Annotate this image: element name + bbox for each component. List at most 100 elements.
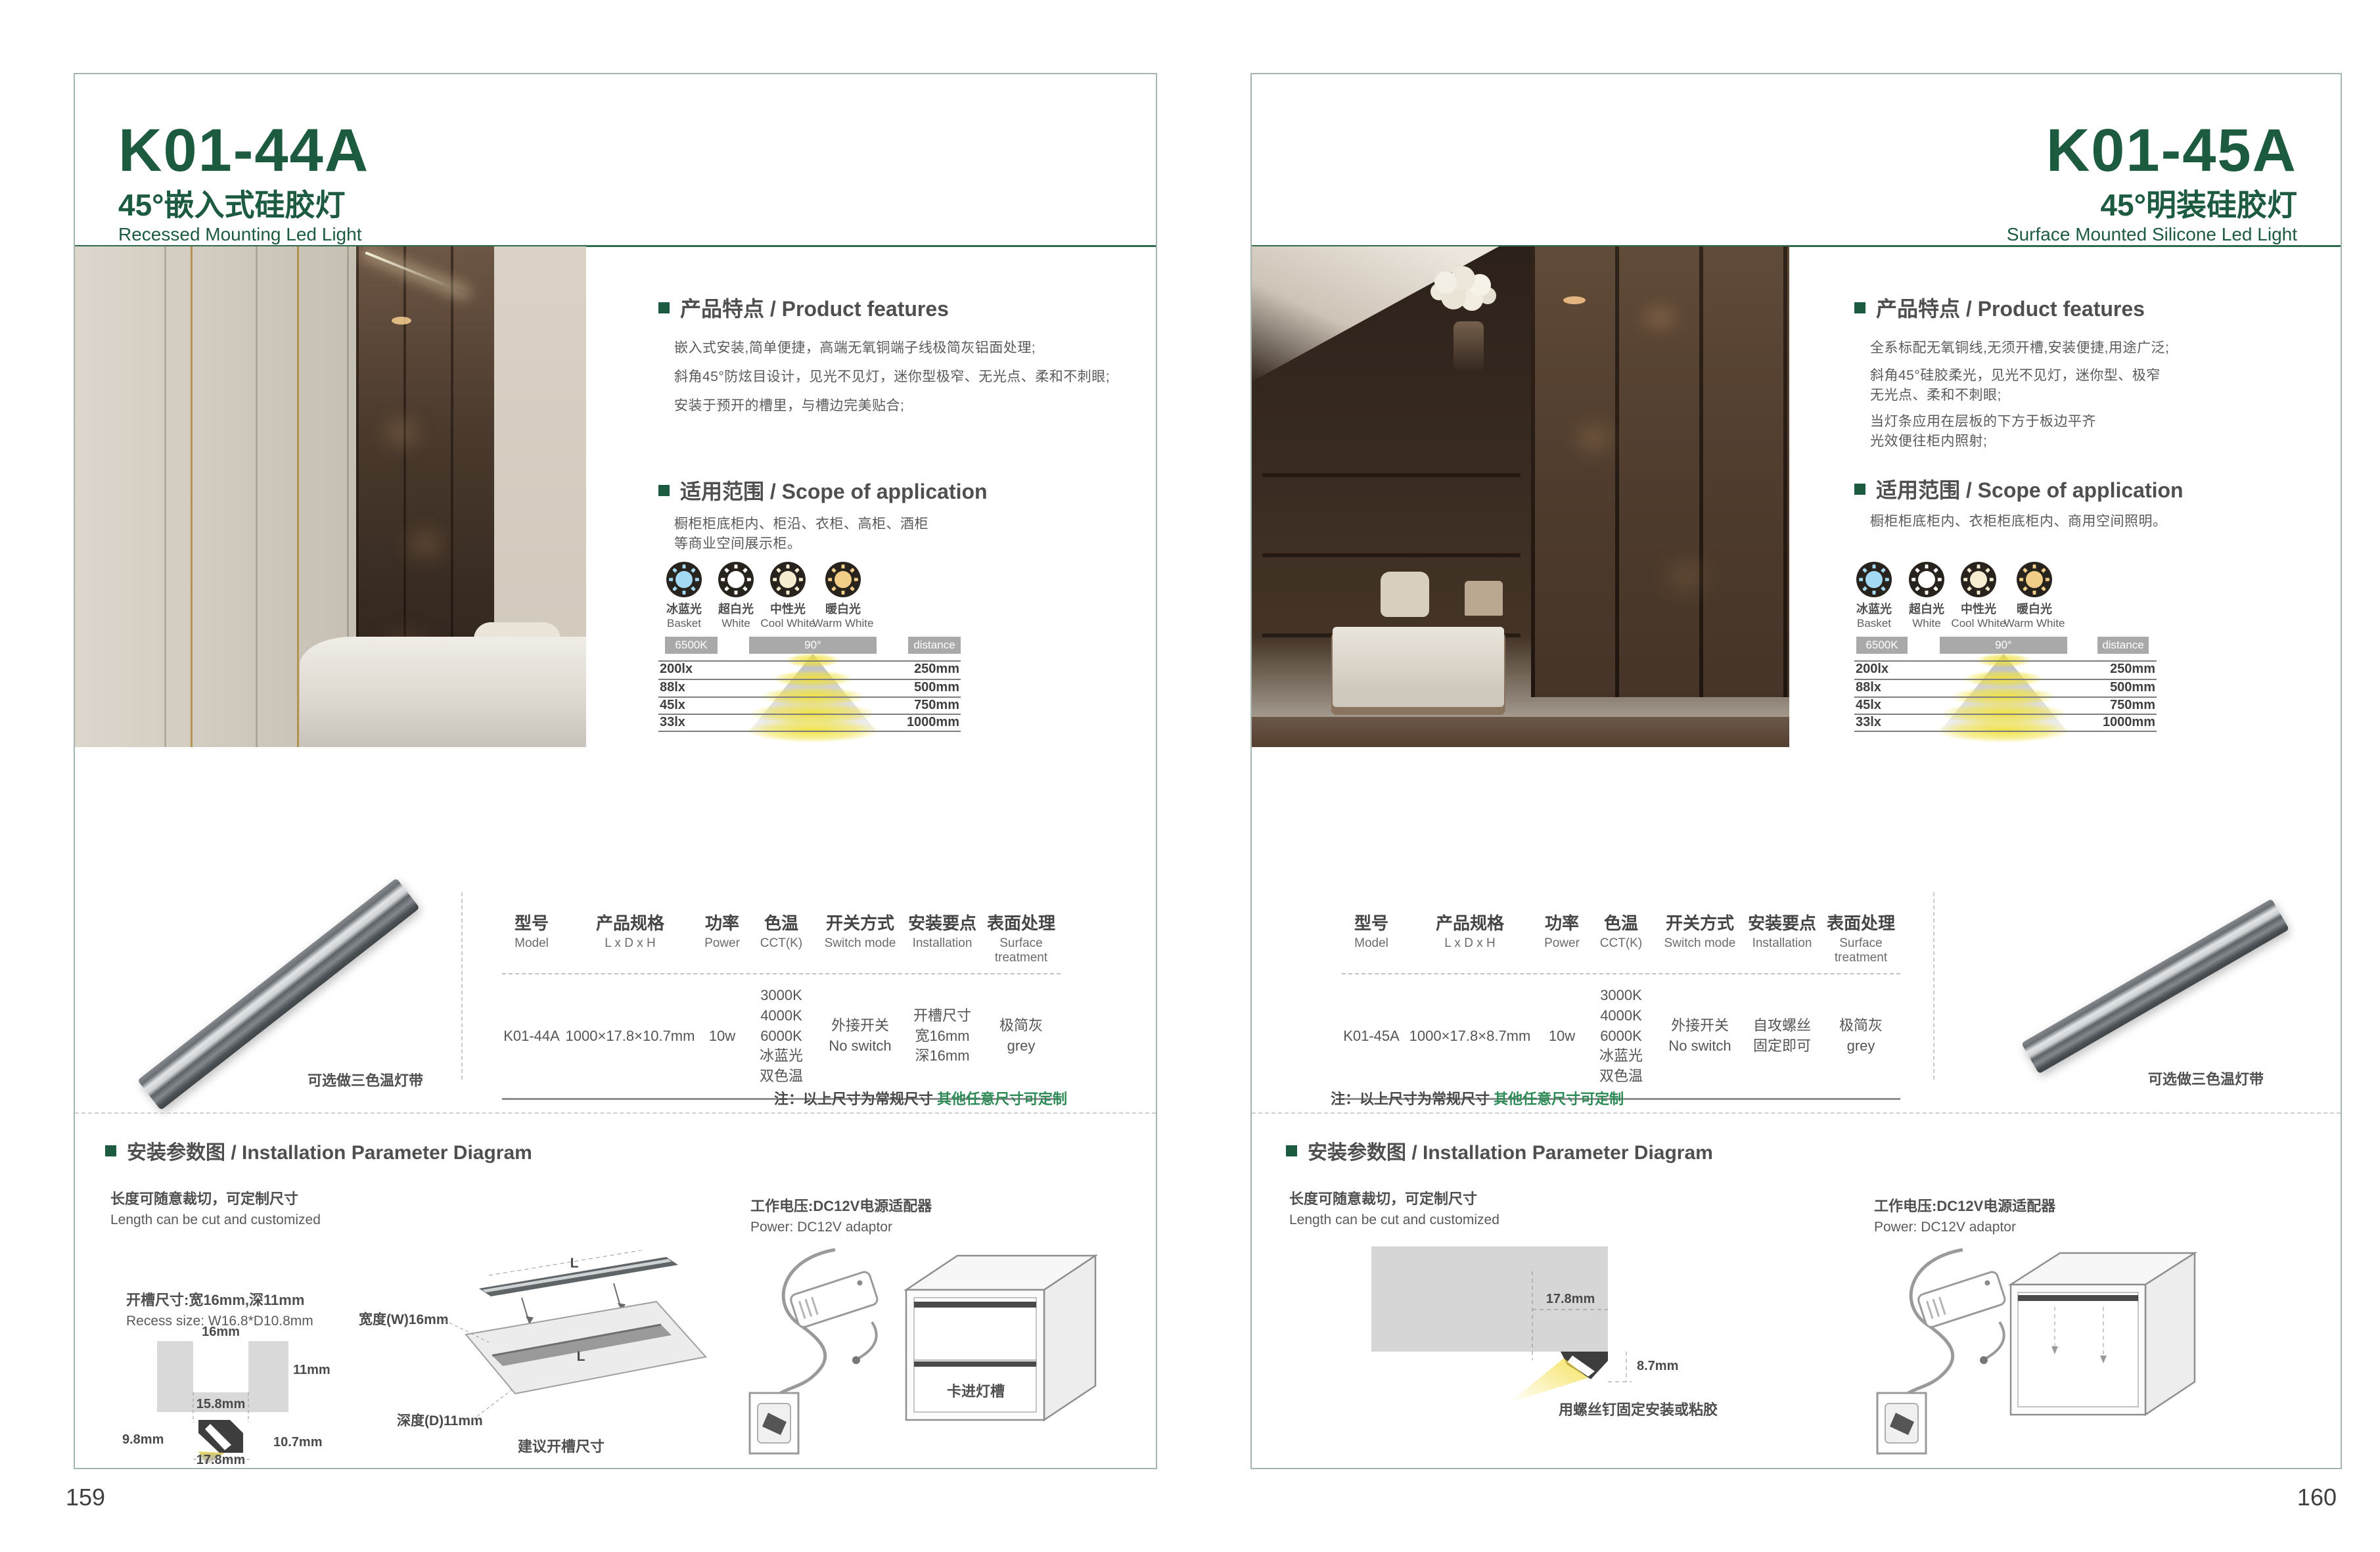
subtitle-en: Recessed Mounting Led Light (118, 225, 361, 244)
light-color-warm-white: 暖白光 Warm White (1995, 562, 2074, 630)
svg-text:17.8mm: 17.8mm (1546, 1292, 1595, 1306)
square-bullet-icon (658, 485, 670, 496)
sun-icon (770, 562, 806, 597)
table-header-row: 型号Model 产品规格L x D x H 功率Power 色温CCT(K) 开… (502, 910, 1061, 974)
subtitle-cn: 45°嵌入式硅胶灯 (118, 190, 346, 220)
feature-line: 光效便往柜内照射; (1870, 430, 1987, 450)
page-title: K01-45A (2046, 120, 2297, 181)
scope-heading: 适用范围 / Scope of application (1854, 474, 2184, 504)
dc12v-adaptor-diagram (735, 1241, 886, 1457)
square-bullet-icon (658, 302, 670, 313)
vase (1453, 321, 1484, 373)
dc12v-adaptor-diagram (1863, 1241, 2014, 1457)
subtitle-cn: 45°明装硅胶灯 (2100, 190, 2297, 220)
gold-trim (191, 246, 193, 747)
size-note: 注：以上尺寸为常规尺寸 其他任意尺寸可定制 (1331, 1087, 1624, 1108)
svg-text:17.8mm: 17.8mm (196, 1453, 246, 1465)
cross-section-diagram: 16mm 11mm 15.8mm 9.8mm 10.7mm 17.8mm (121, 1324, 338, 1465)
aluminum-profile-photo (2037, 894, 2274, 1078)
distance-badge: distance (2097, 637, 2149, 654)
feature-line: 嵌入式安装,简单便捷，高端无氧铜端子线极简灰铝面处理; (674, 337, 1036, 357)
square-bullet-icon (105, 1145, 116, 1156)
features-heading: 产品特点 / Product features (1854, 292, 2145, 323)
feature-line: 斜角45°防炫目设计，见光不见灯，迷你型极窄、无光点、柔和不刺眼; (674, 366, 1110, 386)
cut-note-cn: 长度可随意裁切，可定制尺寸 (1289, 1187, 1477, 1208)
square-bullet-icon (1854, 484, 1865, 495)
subtitle-en: Surface Mounted Silicone Led Light (2007, 225, 2297, 244)
kelvin-badge: 6500K (665, 637, 718, 654)
feature-line: 全系标配无氧铜线,无须开槽,安装便捷,用途广泛; (1870, 337, 2169, 357)
power-cn: 工作电压:DC12V电源适配器 (1874, 1195, 2055, 1216)
scope-heading: 适用范围 / Scope of application (658, 475, 988, 505)
power-en: Power: DC12V adaptor (1874, 1220, 2016, 1235)
kelvin-badge: 6500K (1856, 637, 1908, 654)
bed (300, 637, 586, 747)
warm-light-glow (392, 317, 411, 325)
gold-trim (297, 246, 299, 747)
cut-note-en: Length can be cut and customized (1289, 1212, 1499, 1228)
page-number-left: 159 (66, 1484, 105, 1511)
svg-text:建议开槽尺寸: 建议开槽尺寸 (518, 1438, 605, 1455)
svg-text:15.8mm: 15.8mm (196, 1397, 246, 1411)
handbags (1381, 572, 1429, 617)
sun-icon (1961, 562, 1996, 597)
recess-cn: 开槽尺寸:宽16mm,深11mm (126, 1289, 304, 1310)
power-cn: 工作电压:DC12V电源适配器 (750, 1195, 932, 1216)
install-heading: 安装参数图 / Installation Parameter Diagram (105, 1136, 532, 1165)
power-en: Power: DC12V adaptor (750, 1220, 892, 1235)
table-data-row: K01-45A 1000×17.8×8.7mm 10w 3000K4000K 6… (1342, 974, 1900, 1100)
svg-text:卡进灯槽: 卡进灯槽 (947, 1383, 1005, 1400)
feature-line: 当灯条应用在层板的下方于板边平齐 (1870, 411, 2096, 430)
catalog-spread: { "colors": { "brand_green": "#1d5b40", … (0, 0, 2380, 1552)
vertical-divider (461, 892, 463, 1080)
scope-line: 橱柜柜底柜内、衣柜柜底柜内、商用空间照明。 (1870, 511, 2167, 530)
groove-board-diagram: L L 宽度(W)16mm 深度(D)11mm 建议开槽尺寸 (357, 1250, 712, 1461)
svg-text:用螺丝钉固定安装或粘胶: 用螺丝钉固定安装或粘胶 (1559, 1402, 1718, 1418)
sun-icon (1856, 562, 1892, 597)
page-right: K01-45A 45°明装硅胶灯 Surface Mounted Silicon… (1250, 73, 2342, 1469)
svg-text:11mm: 11mm (293, 1363, 331, 1377)
spec-table: 型号Model 产品规格L x D x H 功率Power 色温CCT(K) 开… (1342, 910, 1900, 1100)
table-data-row: K01-44A 1000×17.8×10.7mm 10w 3000K4000K … (502, 974, 1061, 1100)
beam-angle-badge: 90° (1940, 637, 2067, 654)
profile-caption: 可选做三色温灯带 (272, 1069, 423, 1090)
page-number-right: 160 (2297, 1484, 2337, 1511)
glass-doors (1531, 246, 1789, 697)
section-separator (1252, 1112, 2341, 1114)
profile-caption: 可选做三色温灯带 (2113, 1068, 2264, 1089)
table-header-row: 型号Model 产品规格L x D x H 功率Power 色温CCT(K) 开… (1342, 910, 1900, 974)
photometric-chart: 6500K 90° distance 200lx 88lx 45lx 33lx … (658, 637, 961, 737)
beam-angle-badge: 90° (749, 637, 877, 654)
svg-text:L: L (577, 1349, 585, 1364)
svg-text:10.7mm: 10.7mm (273, 1435, 323, 1449)
floor (1252, 717, 1789, 747)
svg-text:宽度(W)16mm: 宽度(W)16mm (359, 1312, 449, 1327)
distance-badge: distance (908, 637, 961, 654)
cabinet-install-diagram: 卡进灯槽 (886, 1239, 1110, 1436)
sun-icon (2017, 562, 2052, 597)
svg-text:16mm: 16mm (202, 1325, 240, 1339)
scope-line: 橱柜柜底柜内、柜沿、衣柜、高柜、酒柜 (674, 513, 928, 533)
cut-note-cn: 长度可随意裁切，可定制尺寸 (110, 1187, 298, 1208)
feature-line: 斜角45°硅胶柔光，见光不见灯，迷你型、极窄 (1870, 365, 2161, 384)
svg-text:8.7mm: 8.7mm (1637, 1359, 1678, 1373)
cabinet-install-diagram (1994, 1239, 2211, 1436)
square-bullet-icon (1854, 302, 1865, 313)
spec-table: 型号Model 产品规格L x D x H 功率Power 色温CCT(K) 开… (502, 910, 1061, 1100)
svg-text:深度(D)11mm: 深度(D)11mm (397, 1413, 483, 1428)
page-left: K01-44A 45°嵌入式硅胶灯 Recessed Mounting Led … (74, 73, 1157, 1469)
section-separator (75, 1112, 1156, 1114)
page-title: K01-44A (118, 120, 369, 181)
product-scene-photo (1252, 246, 1789, 747)
cut-note-en: Length can be cut and customized (110, 1212, 321, 1228)
aluminum-profile-photo (134, 896, 423, 1093)
vertical-divider (1933, 892, 1934, 1080)
photometric-chart: 6500K 90° distance 200lx 88lx 45lx 33lx … (1854, 637, 2157, 737)
scope-line: 等商业空间展示柜。 (674, 533, 802, 553)
svg-text:9.8mm: 9.8mm (122, 1432, 164, 1447)
square-bullet-icon (1286, 1145, 1297, 1156)
light-color-warm-white: 暖白光 Warm White (804, 562, 882, 630)
sun-icon (825, 562, 861, 597)
feature-line: 安装于预开的槽里，与槽边完美贴合; (674, 395, 904, 415)
product-scene-photo (75, 246, 586, 747)
